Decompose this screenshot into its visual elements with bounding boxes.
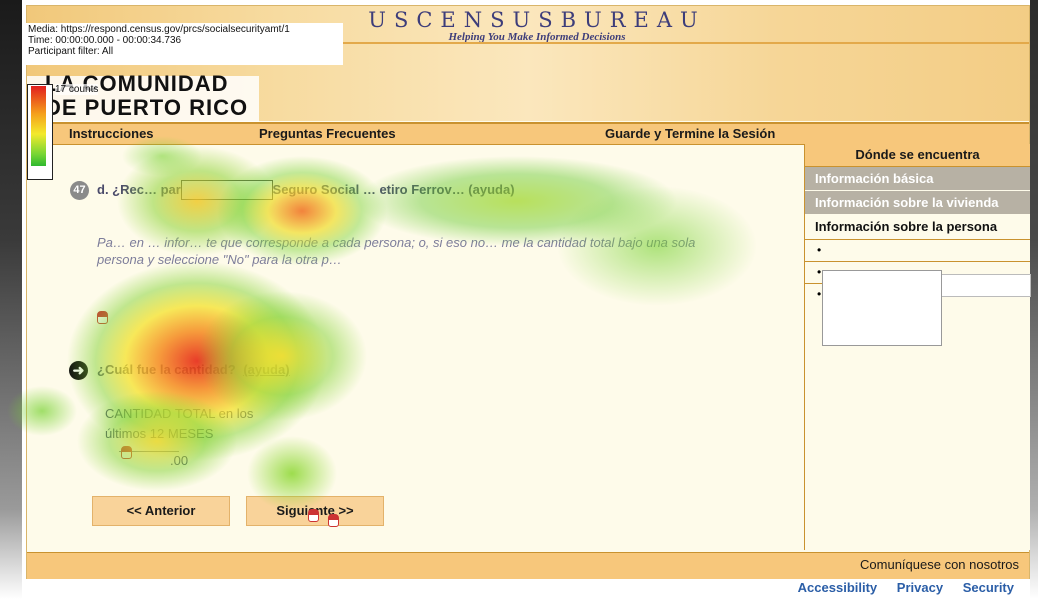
census-bureau-title: USCENSUSBUREAU (368, 8, 706, 32)
question-number-badge: 47 (70, 181, 89, 200)
heatmap-info-overlay: Media: https://respond.census.gov/prcs/s… (26, 23, 343, 65)
amount-cents: .00 (170, 453, 189, 468)
contact-us-link[interactable]: Comuníquese con nosotros (860, 557, 1019, 572)
participant-filter: Participant filter: All (28, 46, 114, 57)
mouse-click-icon (308, 509, 319, 522)
community-line-2: DE PUERTO RICO (45, 95, 249, 120)
amount-label: CANTIDAD TOTAL en los últimos 12 MESES (105, 404, 253, 444)
amount-label-line-2: últimos 12 MESES (105, 426, 214, 441)
mouse-click-icon (97, 311, 108, 324)
left-edge-gradient (0, 0, 22, 599)
mouse-click-icon (121, 446, 132, 459)
amount-question: ¿Cuál fue la cantidad? (ayuda) (97, 362, 290, 377)
sidebar-item-basic-info: Información básica (805, 167, 1030, 191)
previous-button[interactable]: << Anterior (92, 496, 230, 526)
redacted-names-box (822, 270, 942, 346)
mouse-click-icon (328, 514, 339, 527)
nav-save-exit-link[interactable]: Guarde y Termine la Sesión (605, 126, 775, 141)
redacted-person-name (181, 180, 273, 200)
survey-page: USCENSUSBUREAU Helping You Make Informed… (7, 5, 1031, 579)
sidebar-item-housing-info: Información sobre la vivienda (805, 191, 1030, 215)
heatmap-legend-label: 17 counts (55, 84, 99, 95)
footer-bar: Comuníquese con nosotros (27, 552, 1029, 579)
sidebar-person-row[interactable]: • (805, 239, 1030, 261)
community-name: LA COMUNIDAD DE PUERTO RICO (45, 72, 248, 120)
footer-links: Accessibility Privacy Security (782, 580, 1014, 595)
security-link[interactable]: Security (963, 580, 1014, 595)
question-instructions: Pa… en … infor… te que corresponde a cad… (97, 235, 696, 267)
progress-sidebar: Dónde se encuentra Información básica In… (804, 144, 1030, 550)
heatmap-legend-scale (31, 86, 46, 166)
amount-question-text: ¿Cuál fue la cantidad? (97, 362, 236, 377)
time-range: Time: 00:00:00.000 - 00:00:34.736 (28, 35, 182, 46)
right-edge-gradient (1030, 0, 1038, 599)
accessibility-link[interactable]: Accessibility (798, 580, 878, 595)
nav-instructions-link[interactable]: Instrucciones (69, 126, 154, 141)
arrow-right-icon: ➜ (69, 361, 88, 380)
help-link[interactable]: (ayuda) (243, 362, 289, 377)
sidebar-item-person-info: Información sobre la persona (805, 215, 1030, 239)
nav-faq-link[interactable]: Preguntas Frecuentes (259, 126, 396, 141)
redacted-name-field (939, 274, 1031, 297)
amount-label-line-1: CANTIDAD TOTAL en los (105, 406, 254, 421)
heatmap-blob (357, 156, 677, 246)
sidebar-heading: Dónde se encuentra (805, 144, 1030, 167)
privacy-link[interactable]: Privacy (897, 580, 943, 595)
media-url: Media: https://respond.census.gov/prcs/s… (28, 24, 290, 35)
top-nav: Instrucciones Preguntas Frecuentes Guard… (27, 122, 1029, 145)
heatmap-blob (197, 291, 367, 421)
